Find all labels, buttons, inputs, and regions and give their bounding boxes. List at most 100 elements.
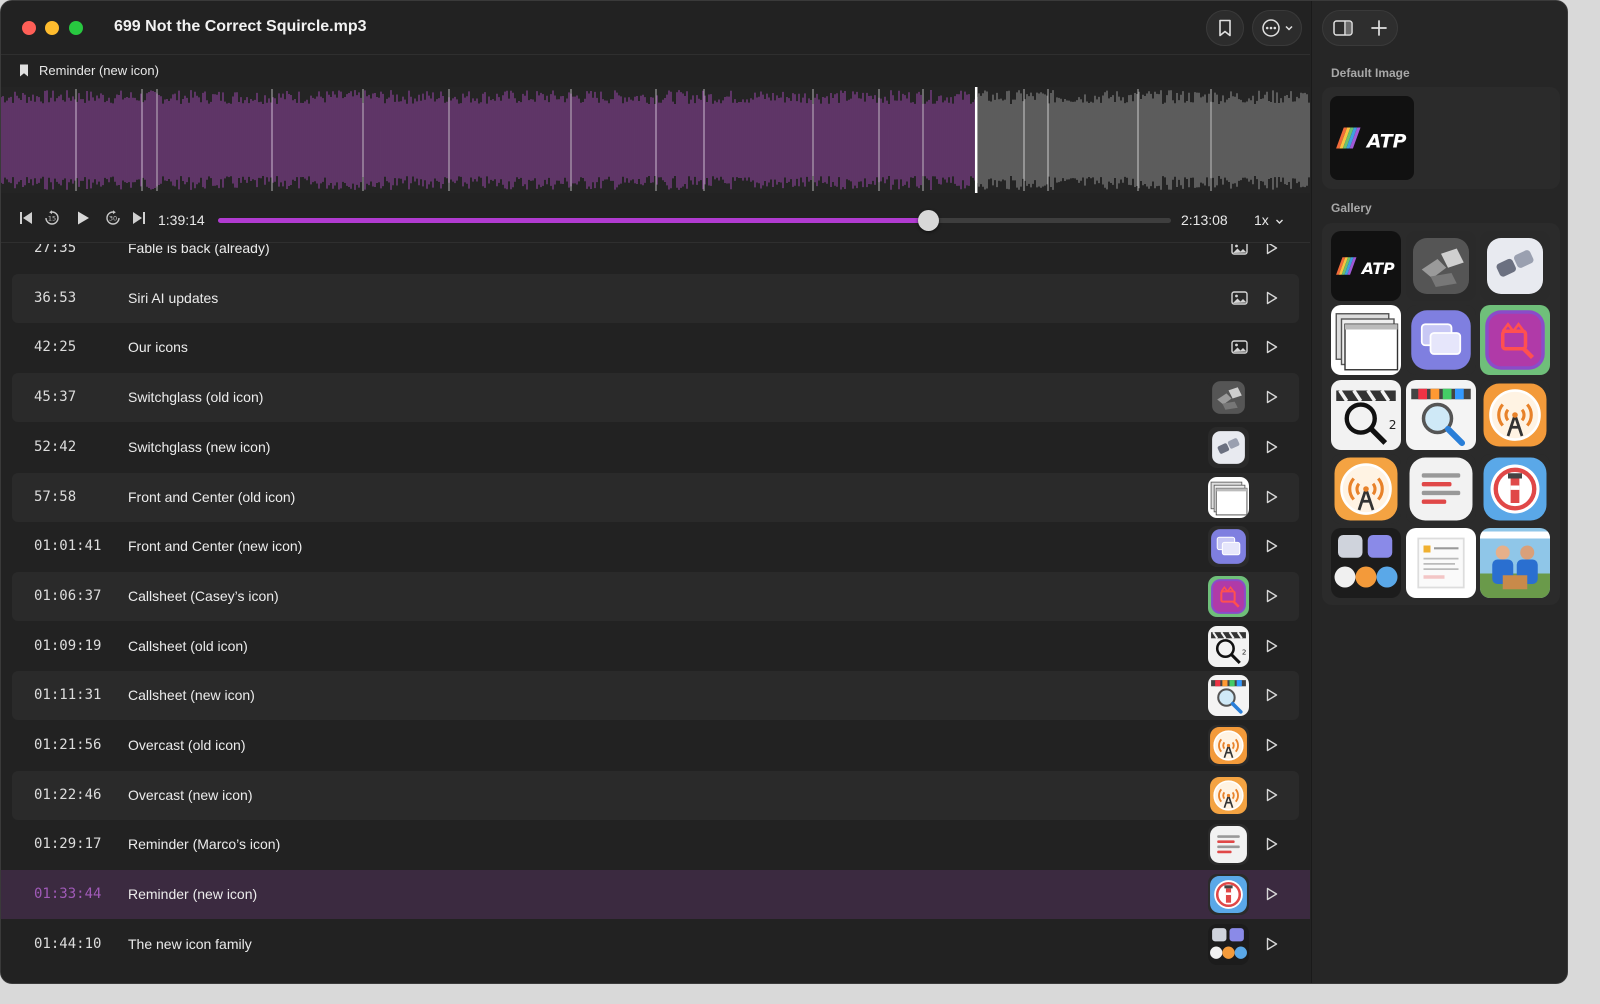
chapter-row[interactable]: 45:37 Switchglass (old icon) <box>12 373 1299 423</box>
gallery-image[interactable] <box>1405 379 1476 450</box>
gallery-image[interactable] <box>1480 305 1550 376</box>
chapter-artwork[interactable] <box>1208 774 1249 816</box>
skip-forward-30-icon[interactable]: 30 <box>105 210 121 226</box>
gallery-image[interactable] <box>1480 528 1550 599</box>
play-chapter-icon[interactable] <box>1266 244 1278 260</box>
play-chapter-icon[interactable] <box>1266 390 1278 409</box>
chapter-time: 52:42 <box>34 438 77 455</box>
chapter-artwork[interactable] <box>1208 824 1249 866</box>
photo-icon[interactable] <box>1231 290 1248 310</box>
gallery-image[interactable]: 2 <box>1331 379 1401 450</box>
close-window-button[interactable] <box>22 21 36 35</box>
waveform[interactable] <box>1 87 1310 193</box>
chapter-artwork[interactable] <box>1208 923 1249 965</box>
play-chapter-icon[interactable] <box>1266 589 1278 608</box>
gallery-image[interactable] <box>1405 528 1476 599</box>
gallery-image[interactable] <box>1331 305 1401 376</box>
play-chapter-icon[interactable] <box>1266 490 1278 509</box>
chapter-title: The new icon family <box>128 935 252 952</box>
chapter-artwork[interactable] <box>1208 476 1249 518</box>
chapter-artwork[interactable] <box>1208 526 1249 568</box>
svg-text:2: 2 <box>1389 418 1397 432</box>
chapter-row[interactable]: 01:33:44 Reminder (new icon) <box>1 870 1310 920</box>
playback-speed-button[interactable]: 1x <box>1254 212 1284 228</box>
chapter-row[interactable]: 01:44:10 The new icon family <box>12 920 1299 969</box>
app-window: 699 Not the Correct Squircle.mp3 Reminde… <box>0 0 1568 984</box>
scrubber-knob[interactable] <box>917 210 939 231</box>
gallery-image[interactable] <box>1480 379 1550 450</box>
gallery-image[interactable]: ATP <box>1331 231 1401 301</box>
chapter-title: Fable is back (already) <box>128 244 270 256</box>
play-chapter-icon[interactable] <box>1266 291 1278 310</box>
waveform-played <box>1 90 976 190</box>
play-chapter-icon[interactable] <box>1266 688 1278 707</box>
minimize-window-button[interactable] <box>45 21 59 35</box>
default-image-card: ATP <box>1322 87 1560 189</box>
chapter-time: 42:25 <box>34 339 77 356</box>
gallery-image[interactable] <box>1331 453 1401 524</box>
sidebar-toolbar <box>1322 10 1398 46</box>
chapter-row[interactable]: 27:35 Fable is back (already) <box>12 244 1299 273</box>
previous-chapter-icon[interactable] <box>19 210 33 226</box>
chapter-row[interactable]: 01:11:31 Callsheet (new icon) <box>12 671 1299 721</box>
chapter-artwork[interactable] <box>1208 575 1249 617</box>
play-icon[interactable] <box>76 210 90 226</box>
play-chapter-icon[interactable] <box>1266 837 1278 856</box>
chapter-row[interactable]: 01:06:37 Callsheet (Casey’s icon) <box>12 571 1299 621</box>
chapter-artwork[interactable] <box>1208 377 1249 419</box>
more-options-button[interactable] <box>1252 10 1302 46</box>
chapter-row[interactable]: 01:21:56 Overcast (old icon) <box>12 721 1299 770</box>
gallery-grid: ATP 2 <box>1322 223 1560 605</box>
chapter-time: 01:22:46 <box>34 786 102 803</box>
chapter-artwork[interactable]: 2 <box>1208 625 1249 667</box>
bookmark-button[interactable] <box>1206 10 1244 46</box>
chapter-row[interactable]: 57:58 Front and Center (old icon) <box>12 472 1299 522</box>
play-chapter-icon[interactable] <box>1266 788 1278 807</box>
gallery-image[interactable] <box>1405 453 1476 524</box>
chapter-row[interactable]: 01:01:41 Front and Center (new icon) <box>12 522 1299 571</box>
chapter-artwork[interactable] <box>1208 725 1249 766</box>
current-chapter-label: Reminder (new icon) <box>39 63 159 78</box>
play-chapter-icon[interactable] <box>1266 340 1278 359</box>
play-chapter-icon[interactable] <box>1266 539 1278 558</box>
gallery-image[interactable] <box>1405 231 1476 301</box>
current-chapter-bar: Reminder (new icon) <box>1 56 1310 86</box>
chapter-row[interactable]: 01:29:17 Reminder (Marco’s icon) <box>12 820 1299 869</box>
play-chapter-icon[interactable] <box>1266 440 1278 459</box>
chapter-row[interactable]: 52:42 Switchglass (new icon) <box>12 423 1299 472</box>
ellipsis-circle-icon <box>1261 19 1280 37</box>
gallery-image[interactable] <box>1480 231 1550 301</box>
sidebar-toggle-icon[interactable] <box>1333 19 1353 37</box>
chapter-time: 27:35 <box>34 244 77 256</box>
gallery-image[interactable] <box>1331 528 1401 599</box>
chapter-title: Callsheet (old icon) <box>128 637 248 654</box>
next-chapter-icon[interactable] <box>132 210 146 226</box>
chapter-title: Overcast (new icon) <box>128 786 253 803</box>
chapter-title: Overcast (old icon) <box>128 737 246 753</box>
chapter-title: Front and Center (old icon) <box>128 488 296 505</box>
chapter-row[interactable]: 01:09:19 Callsheet (old icon) 2 <box>12 622 1299 671</box>
photo-icon[interactable] <box>1231 244 1248 260</box>
chapter-artwork[interactable] <box>1208 874 1249 916</box>
current-time: 1:39:14 <box>158 212 205 228</box>
chapter-title: Reminder (Marco’s icon) <box>128 836 281 853</box>
chapter-row[interactable]: 36:53 Siri AI updates <box>12 273 1299 323</box>
chapter-artwork[interactable] <box>1208 426 1249 468</box>
play-chapter-icon[interactable] <box>1266 937 1278 956</box>
svg-text:ATP: ATP <box>1360 259 1395 278</box>
skip-back-15-icon[interactable]: 15 <box>44 210 60 226</box>
zoom-window-button[interactable] <box>69 21 83 35</box>
gallery-image[interactable] <box>1480 453 1550 524</box>
play-chapter-icon[interactable] <box>1266 639 1278 658</box>
chapter-row[interactable]: 42:25 Our icons <box>12 323 1299 372</box>
scrubber-track[interactable] <box>218 210 1171 231</box>
chapter-artwork[interactable] <box>1208 675 1249 717</box>
photo-icon[interactable] <box>1231 340 1248 359</box>
add-icon[interactable] <box>1370 19 1388 37</box>
chapter-row[interactable]: 01:22:46 Overcast (new icon) <box>12 770 1299 820</box>
default-image[interactable]: ATP <box>1330 96 1414 180</box>
play-chapter-icon[interactable] <box>1266 738 1278 757</box>
svg-text:30: 30 <box>109 215 117 223</box>
play-chapter-icon[interactable] <box>1266 887 1278 906</box>
gallery-image[interactable] <box>1405 305 1476 376</box>
